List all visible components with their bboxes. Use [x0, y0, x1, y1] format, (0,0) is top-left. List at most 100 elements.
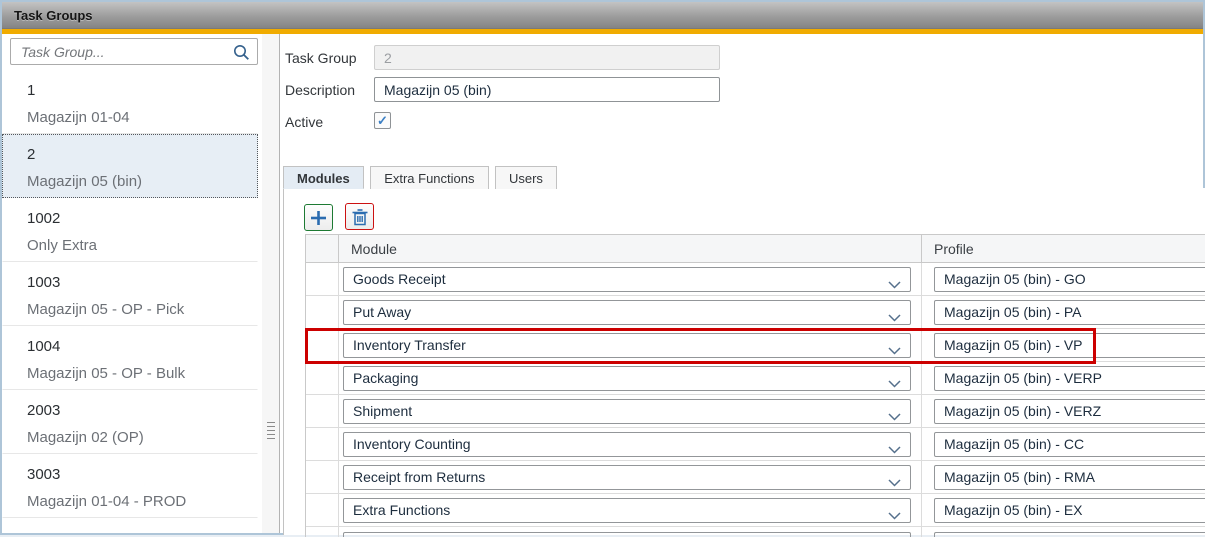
module-dropdown[interactable]: Goods Receipt: [343, 267, 911, 292]
task-group-description: Magazijn 05 - OP - Pick: [27, 301, 249, 319]
tab-label: Extra Functions: [384, 171, 474, 186]
chevron-down-icon: [888, 375, 901, 391]
module-dropdown-value: Packaging: [353, 370, 418, 386]
task-group-list-item[interactable]: 1003 Magazijn 05 - OP - Pick: [2, 262, 258, 326]
profile-dropdown[interactable]: Magazijn 05 (bin) - GO: [934, 267, 1205, 292]
row-selector-cell[interactable]: [306, 362, 339, 394]
profile-value: Magazijn 05 (bin) - RMA: [944, 469, 1095, 485]
table-row: Extra Functions Magazijn 05 (bin) -: [306, 494, 1205, 527]
window-titlebar[interactable]: Task Groups: [2, 2, 1203, 29]
module-dropdown-value: Inventory Counting: [353, 436, 471, 452]
task-group-description: Magazijn 05 (bin): [27, 173, 249, 191]
profile-value: Magazijn 05 (bin) - VP: [944, 337, 1083, 353]
profile-value: Magazijn 05 (bin) - PA: [944, 304, 1081, 320]
module-dropdown[interactable]: Put Away: [343, 300, 911, 325]
tab-label: Users: [509, 171, 543, 186]
profile-dropdown[interactable]: Magazijn 05 (bin) - VERP: [934, 366, 1205, 391]
active-checkbox[interactable]: ✓: [374, 112, 391, 129]
table-toolbar: [304, 203, 382, 232]
module-dropdown-value: Shipment: [353, 403, 412, 419]
header-selector-cell: [306, 235, 339, 262]
task-group-sidebar: 1 Magazijn 01-04 2 Magazijn 05 (bin) 100…: [2, 34, 262, 533]
profile-dropdown[interactable]: Magazijn 05 (bin) - VERZ: [934, 399, 1205, 424]
task-group-input: [374, 45, 720, 70]
row-selector-cell[interactable]: [306, 263, 339, 295]
delete-row-button[interactable]: [345, 203, 374, 230]
module-dropdown[interactable]: Shipment: [343, 399, 911, 424]
task-group-list-item[interactable]: 1004 Magazijn 05 - OP - Bulk: [2, 326, 258, 390]
profile-dropdown[interactable]: Magazijn 05 (bin) - VP: [934, 333, 1205, 358]
task-group-description: Magazijn 01-04: [27, 109, 249, 127]
task-group-id: 3003: [27, 466, 249, 484]
modules-tab-panel: Module Profile Goods Receipt: [283, 188, 1205, 535]
module-dropdown-value: Inventory Transfer: [353, 337, 466, 353]
profile-dropdown[interactable]: Magazijn 05 (bin) - RMA: [934, 465, 1205, 490]
row-selector-cell[interactable]: [306, 461, 339, 493]
active-label: Active: [285, 114, 374, 130]
active-field-row: Active: [285, 114, 374, 130]
task-group-id: 1002: [27, 210, 249, 228]
table-row: Put Away Magazijn 05 (bin) - PA: [306, 296, 1205, 329]
sidebar-splitter[interactable]: [262, 34, 280, 533]
detail-tabs: Modules Extra Functions Users: [283, 166, 1203, 189]
task-group-list-item[interactable]: 2003 Magazijn 02 (OP): [2, 390, 258, 454]
task-group-list: 1 Magazijn 01-04 2 Magazijn 05 (bin) 100…: [2, 70, 258, 533]
plus-icon: [309, 209, 328, 227]
profile-dropdown[interactable]: Magazijn 05 (bin) - PA: [934, 300, 1205, 325]
module-dropdown-value: Extra Functions: [353, 502, 450, 518]
task-group-id: 1: [27, 82, 249, 100]
module-dropdown[interactable]: Packaging: [343, 366, 911, 391]
task-group-id: 2003: [27, 402, 249, 420]
description-field-row: Description: [285, 82, 374, 98]
table-row: Inventory Counting Magazijn 05 (bin: [306, 428, 1205, 461]
module-dropdown[interactable]: Inventory Transfer: [343, 333, 911, 358]
profile-value: Magazijn 05 (bin) - GO: [944, 271, 1086, 287]
row-selector-cell[interactable]: [306, 395, 339, 427]
task-group-id: 1004: [27, 338, 249, 356]
profile-value: Magazijn 05 (bin) - VERP: [944, 370, 1102, 386]
row-selector-cell[interactable]: [306, 494, 339, 526]
module-dropdown[interactable]: Receipt from Returns: [343, 465, 911, 490]
checkmark-icon: ✓: [377, 113, 388, 128]
module-dropdown[interactable]: Inventory Counting: [343, 432, 911, 457]
modules-table: Module Profile Goods Receipt: [305, 234, 1205, 537]
search-box: [10, 38, 258, 65]
profile-value: Magazijn 05 (bin) - EX: [944, 502, 1083, 518]
tab-label: Modules: [297, 171, 350, 186]
search-icon[interactable]: [233, 44, 250, 66]
profile-dropdown[interactable]: Magazijn 05 (bin) - EX: [934, 498, 1205, 523]
tab[interactable]: Users: [495, 166, 557, 189]
task-group-list-item[interactable]: 2 Magazijn 05 (bin): [2, 134, 258, 198]
table-header-row: Module Profile: [306, 235, 1205, 263]
task-group-list-item[interactable]: 1002 Only Extra: [2, 198, 258, 262]
description-input[interactable]: [374, 77, 720, 102]
module-dropdown-value: Goods Receipt: [353, 271, 446, 287]
tab[interactable]: Extra Functions: [370, 166, 488, 189]
splitter-grip-icon[interactable]: [267, 422, 275, 439]
profile-dropdown[interactable]: Magazijn 05 (bin) - CC: [934, 432, 1205, 457]
task-group-id: 2: [27, 146, 249, 164]
tab[interactable]: Modules: [283, 166, 364, 189]
task-groups-window: Task Groups 1 Magazijn 01-04 2: [0, 0, 1205, 535]
row-selector-cell[interactable]: [306, 428, 339, 460]
module-dropdown-value: Receipt from Returns: [353, 469, 485, 485]
task-group-description: Magazijn 01-04 - PROD: [27, 493, 249, 511]
window-title: Task Groups: [2, 8, 93, 23]
module-dropdown[interactable]: Extra Functions: [343, 498, 911, 523]
task-group-description: Magazijn 02 (OP): [27, 429, 249, 447]
search-input[interactable]: [11, 39, 257, 64]
task-group-list-item[interactable]: 3003 Magazijn 01-04 - PROD: [2, 454, 258, 518]
table-row: Inventory Transfer Magazijn 05 (bin: [306, 329, 1205, 362]
table-row-partial: [306, 527, 1205, 537]
table-row: Goods Receipt Magazijn 05 (bin) - G: [306, 263, 1205, 296]
row-selector-cell[interactable]: [306, 329, 339, 361]
task-group-label: Task Group: [285, 50, 374, 66]
chevron-down-icon: [888, 342, 901, 358]
task-group-list-item[interactable]: 1 Magazijn 01-04: [2, 70, 258, 134]
add-row-button[interactable]: [304, 204, 333, 231]
description-label: Description: [285, 82, 374, 98]
task-group-list-item[interactable]: 3004: [2, 518, 258, 533]
table-row: Shipment Magazijn 05 (bin) - VERZ: [306, 395, 1205, 428]
profile-value: Magazijn 05 (bin) - VERZ: [944, 403, 1101, 419]
row-selector-cell[interactable]: [306, 296, 339, 328]
